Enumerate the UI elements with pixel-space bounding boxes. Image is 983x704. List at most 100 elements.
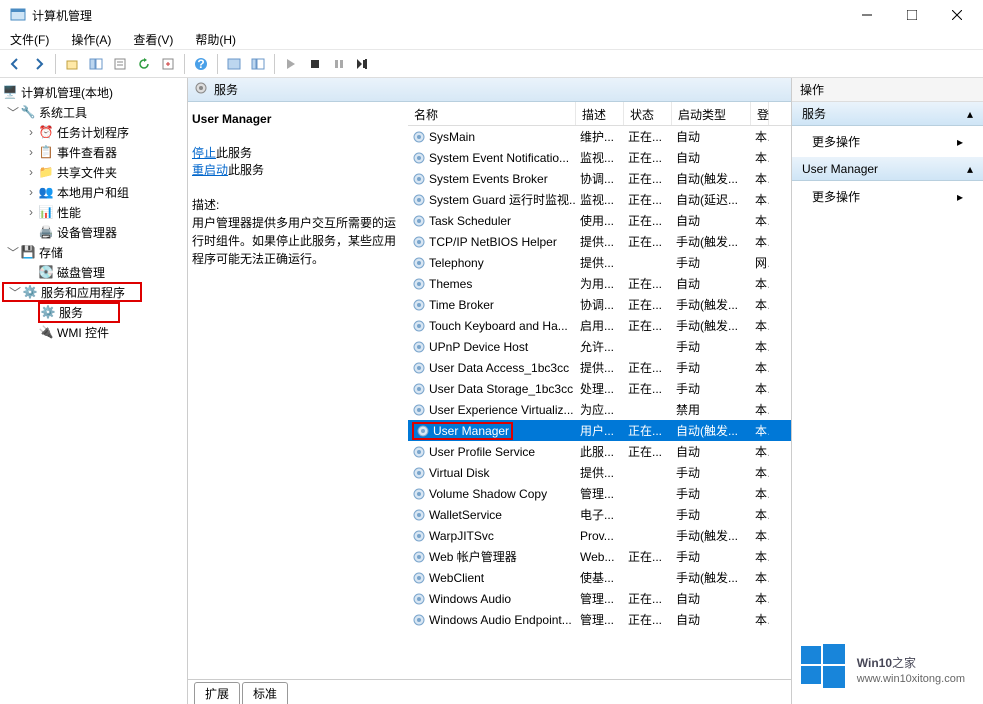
cell-name: Windows Audio xyxy=(408,592,576,606)
tree-local-users[interactable]: ›👥本地用户和组 xyxy=(2,182,185,202)
service-row[interactable]: Windows Audio Endpoint...管理...正在...自动本 xyxy=(408,609,791,630)
service-row[interactable]: Time Broker协调...正在...手动(触发...本 xyxy=(408,294,791,315)
cell-state: 正在... xyxy=(624,212,672,229)
service-row[interactable]: WebClient使基...手动(触发...本 xyxy=(408,567,791,588)
stop-link[interactable]: 停止 xyxy=(192,146,216,160)
maximize-button[interactable] xyxy=(889,0,934,30)
cell-desc: 维护... xyxy=(576,128,624,145)
col-name[interactable]: 名称 xyxy=(408,102,576,125)
service-row[interactable]: User Experience Virtualiz...为应...禁用本 xyxy=(408,399,791,420)
cell-state: 正在... xyxy=(624,128,672,145)
cell-name: UPnP Device Host xyxy=(408,340,576,354)
cell-name: Web 帐户管理器 xyxy=(408,548,576,565)
actions-more-2[interactable]: 更多操作▸ xyxy=(792,181,983,212)
properties-button[interactable] xyxy=(109,53,131,75)
play-button[interactable] xyxy=(280,53,302,75)
cell-desc: 提供... xyxy=(576,464,624,481)
export-button[interactable] xyxy=(157,53,179,75)
actions-more-1[interactable]: 更多操作▸ xyxy=(792,126,983,157)
service-row[interactable]: Volume Shadow Copy管理...手动本 xyxy=(408,483,791,504)
restart-link[interactable]: 重启动 xyxy=(192,163,228,177)
service-row[interactable]: UPnP Device Host允许...手动本 xyxy=(408,336,791,357)
col-logon[interactable]: 登 xyxy=(751,102,769,125)
service-row[interactable]: User Data Access_1bc3cc提供...正在...手动本 xyxy=(408,357,791,378)
service-row[interactable]: System Events Broker协调...正在...自动(触发...本 xyxy=(408,168,791,189)
cell-desc: 协调... xyxy=(576,170,624,187)
service-row[interactable]: User Profile Service此服...正在...自动本 xyxy=(408,441,791,462)
service-row[interactable]: System Guard 运行时监视...监视...正在...自动(延迟...本 xyxy=(408,189,791,210)
service-row[interactable]: Task Scheduler使用...正在...自动本 xyxy=(408,210,791,231)
close-button[interactable] xyxy=(934,0,979,30)
cell-desc: 监视... xyxy=(576,191,624,208)
cell-startup: 手动 xyxy=(672,359,751,376)
service-row[interactable]: TCP/IP NetBIOS Helper提供...正在...手动(触发...本 xyxy=(408,231,791,252)
service-row[interactable]: System Event Notificatio...监视...正在...自动本 xyxy=(408,147,791,168)
tree-performance[interactable]: ›📊性能 xyxy=(2,202,185,222)
cell-name: User Manager xyxy=(408,422,576,440)
forward-button[interactable] xyxy=(28,53,50,75)
show-hide-button[interactable] xyxy=(85,53,107,75)
tree-storage[interactable]: ﹀💾存储 xyxy=(2,242,185,262)
pause-button[interactable] xyxy=(328,53,350,75)
cell-logon: 本 xyxy=(751,611,769,628)
cell-startup: 手动(触发... xyxy=(672,233,751,250)
collapse-icon: ▴ xyxy=(967,107,973,121)
col-startup[interactable]: 启动类型 xyxy=(672,102,751,125)
tree-services[interactable]: ⚙️服务 xyxy=(2,302,185,322)
cell-desc: 管理... xyxy=(576,485,624,502)
tab-standard[interactable]: 标准 xyxy=(242,682,288,704)
stop-button[interactable] xyxy=(304,53,326,75)
minimize-button[interactable] xyxy=(844,0,889,30)
tree-wmi[interactable]: 🔌WMI 控件 xyxy=(2,322,185,342)
cell-startup: 禁用 xyxy=(672,401,751,418)
cell-startup: 手动(触发... xyxy=(672,296,751,313)
service-row[interactable]: Themes为用...正在...自动本 xyxy=(408,273,791,294)
menu-help[interactable]: 帮助(H) xyxy=(191,29,240,50)
cell-desc: 提供... xyxy=(576,254,624,271)
service-row[interactable]: Web 帐户管理器Web...正在...手动本 xyxy=(408,546,791,567)
cell-name: Themes xyxy=(408,277,576,291)
windows-logo-icon xyxy=(801,644,845,688)
service-row[interactable]: Telephony提供...手动网 xyxy=(408,252,791,273)
service-row[interactable]: WalletService电子...手动本 xyxy=(408,504,791,525)
tree-device-manager[interactable]: 🖨️设备管理器 xyxy=(2,222,185,242)
up-button[interactable] xyxy=(61,53,83,75)
col-desc[interactable]: 描述 xyxy=(576,102,624,125)
service-row[interactable]: Touch Keyboard and Ha...启用...正在...手动(触发.… xyxy=(408,315,791,336)
actions-section-services[interactable]: 服务▴ xyxy=(792,102,983,126)
service-row[interactable]: WarpJITSvcProv...手动(触发...本 xyxy=(408,525,791,546)
cell-logon: 本 xyxy=(751,296,769,313)
refresh-button[interactable] xyxy=(133,53,155,75)
actions-section-usermanager[interactable]: User Manager▴ xyxy=(792,157,983,181)
tree-task-scheduler[interactable]: ›⏰任务计划程序 xyxy=(2,122,185,142)
view-large-button[interactable] xyxy=(223,53,245,75)
cell-startup: 手动 xyxy=(672,506,751,523)
cell-logon: 本 xyxy=(751,464,769,481)
service-row[interactable]: User Data Storage_1bc3cc处理...正在...手动本 xyxy=(408,378,791,399)
tree-event-viewer[interactable]: ›📋事件查看器 xyxy=(2,142,185,162)
cell-state: 正在... xyxy=(624,359,672,376)
help-button[interactable]: ? xyxy=(190,53,212,75)
cell-state: 正在... xyxy=(624,275,672,292)
menu-action[interactable]: 操作(A) xyxy=(67,29,115,50)
actions-pane: 操作 服务▴ 更多操作▸ User Manager▴ 更多操作▸ xyxy=(792,78,983,704)
menu-file[interactable]: 文件(F) xyxy=(6,29,53,50)
tree-shared-folders[interactable]: ›📁共享文件夹 xyxy=(2,162,185,182)
service-row[interactable]: Virtual Disk提供...手动本 xyxy=(408,462,791,483)
menu-view[interactable]: 查看(V) xyxy=(129,29,177,50)
tree-root[interactable]: 🖥️计算机管理(本地) xyxy=(2,82,185,102)
service-row[interactable]: User Manager用户...正在...自动(触发...本 xyxy=(408,420,791,441)
view-detail-button[interactable] xyxy=(247,53,269,75)
back-button[interactable] xyxy=(4,53,26,75)
service-row[interactable]: Windows Audio管理...正在...自动本 xyxy=(408,588,791,609)
tree-disk-mgmt[interactable]: 💽磁盘管理 xyxy=(2,262,185,282)
restart-button[interactable] xyxy=(352,53,374,75)
tab-extended[interactable]: 扩展 xyxy=(194,682,240,704)
cell-logon: 本 xyxy=(751,233,769,250)
tree-services-apps[interactable]: ﹀⚙️服务和应用程序 xyxy=(2,282,142,302)
col-state[interactable]: 状态 xyxy=(624,102,672,125)
service-row[interactable]: SysMain维护...正在...自动本 xyxy=(408,126,791,147)
tree-system-tools[interactable]: ﹀🔧系统工具 xyxy=(2,102,185,122)
svg-text:?: ? xyxy=(197,57,204,71)
cell-desc: 使基... xyxy=(576,569,624,586)
